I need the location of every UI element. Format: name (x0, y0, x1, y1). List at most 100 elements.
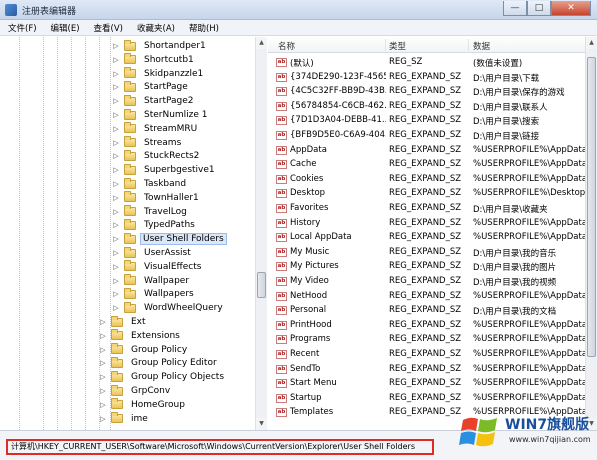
value-type: REG_EXPAND_SZ (389, 246, 462, 257)
expand-arrow-icon[interactable]: ▷ (112, 208, 120, 216)
tree-item[interactable]: ▷ SterNumlize 1 (112, 108, 212, 122)
value-row[interactable]: ab {4C5C32FF-BB9D-43B... REG_EXPAND_SZ D:\用… (268, 85, 588, 100)
tree-item[interactable]: ▷ Skidpanzzle1 (112, 67, 207, 81)
value-row[interactable]: ab NetHood REG_EXPAND_SZ %USERPROFILE%\AppD… (268, 290, 588, 305)
expand-arrow-icon[interactable]: ▷ (112, 97, 120, 105)
tree-item[interactable]: ▷ VisualEffects (112, 260, 205, 274)
expand-arrow-icon[interactable]: ▷ (112, 194, 120, 202)
value-row[interactable]: ab Favorites REG_EXPAND_SZ D:\用户目录\收藏夹 (268, 202, 588, 217)
expand-arrow-icon[interactable]: ▷ (112, 166, 120, 174)
value-row[interactable]: ab Personal REG_EXPAND_SZ D:\用户目录\我的文档 (268, 304, 588, 319)
expand-arrow-icon[interactable]: ▷ (112, 125, 120, 133)
value-row[interactable]: ab {BFB9D5E0-C6A9-404... REG_EXPAND_SZ D:\用… (268, 129, 588, 144)
tree-item[interactable]: ▷ User Shell Folders (112, 232, 227, 246)
expand-arrow-icon[interactable]: ▷ (112, 70, 120, 78)
expand-arrow-icon[interactable]: ▷ (112, 83, 120, 91)
scroll-thumb[interactable] (257, 272, 266, 298)
tree-scrollbar[interactable]: ▲ ▼ (255, 37, 267, 430)
value-row[interactable]: ab Programs REG_EXPAND_SZ %USERPROFILE%\App… (268, 333, 588, 348)
scroll-down-icon[interactable]: ▼ (256, 418, 267, 430)
value-row[interactable]: ab Desktop REG_EXPAND_SZ %USERPROFILE%\Desk… (268, 187, 588, 202)
value-row[interactable]: ab My Pictures REG_EXPAND_SZ D:\用户目录\我的图片 (268, 260, 588, 275)
value-row[interactable]: ab {7D1D3A04-DEBB-41... REG_EXPAND_SZ D:\用户… (268, 114, 588, 129)
value-row[interactable]: ab {56784854-C6CB-462... REG_EXPAND_SZ D:\用… (268, 100, 588, 115)
tree-item[interactable]: ▷ Wallpapers (112, 287, 198, 301)
minimize-button[interactable]: — (503, 1, 527, 16)
tree-item[interactable]: ▷ Streams (112, 136, 185, 150)
column-divider[interactable] (468, 39, 469, 51)
expand-arrow-icon[interactable]: ▷ (112, 304, 120, 312)
tree-item[interactable]: ▷ StartPage (112, 80, 192, 94)
tree-item[interactable]: ▷ Taskband (112, 177, 190, 191)
expand-arrow-icon[interactable]: ▷ (99, 415, 107, 423)
expand-arrow-icon[interactable]: ▷ (99, 387, 107, 395)
tree-item[interactable]: ▷ TravelLog (112, 205, 191, 219)
close-button[interactable]: ✕ (551, 1, 591, 16)
value-row[interactable]: ab{374DE290-123F-4565...REG_EXPAND_SZ D:\… (268, 71, 588, 86)
expand-arrow-icon[interactable]: ▷ (112, 290, 120, 298)
tree-item[interactable]: ▷ Group Policy Editor (99, 356, 221, 370)
tree-item[interactable]: ▷ Wallpaper (112, 274, 193, 288)
tree-item[interactable]: ▷ WordWheelQuery (112, 301, 227, 315)
expand-arrow-icon[interactable]: ▷ (112, 152, 120, 160)
value-row[interactable]: ab AppData REG_EXPAND_SZ %USERPROFILE%\AppD… (268, 144, 588, 159)
expand-arrow-icon[interactable]: ▷ (112, 277, 120, 285)
expand-arrow-icon[interactable]: ▷ (112, 235, 120, 243)
tree-item[interactable]: ▷ Shortandper1 (112, 39, 210, 53)
tree-item[interactable]: ▷ HomeGroup (99, 398, 189, 412)
column-divider[interactable] (385, 39, 386, 51)
tree-item[interactable]: ▷ TownHaller1 (112, 191, 203, 205)
value-row[interactable]: ab My Music REG_EXPAND_SZ D:\用户目录\我的音乐 (268, 246, 588, 261)
maximize-button[interactable]: □ (527, 1, 551, 16)
scroll-up-icon[interactable]: ▲ (256, 37, 267, 49)
expand-arrow-icon[interactable]: ▷ (112, 139, 120, 147)
menu-favorites[interactable]: 收藏夹(A) (137, 22, 175, 34)
value-row[interactable]: ab (默认) REG_SZ (数值未设置) (268, 56, 588, 71)
expand-arrow-icon[interactable]: ▷ (112, 249, 120, 257)
tree-item[interactable]: ▷ Ext (99, 315, 150, 329)
expand-arrow-icon[interactable]: ▷ (112, 263, 120, 271)
expand-arrow-icon[interactable]: ▷ (112, 111, 120, 119)
expand-arrow-icon[interactable]: ▷ (99, 332, 107, 340)
tree-item[interactable]: ▷ Group Policy (99, 343, 191, 357)
tree-item[interactable]: ▷ ime (99, 412, 152, 426)
tree-item[interactable]: ▷ Extensions (99, 329, 184, 343)
menu-help[interactable]: 帮助(H) (189, 22, 219, 34)
column-name-header[interactable]: 名称 (278, 40, 295, 52)
value-row[interactable]: ab Recent REG_EXPAND_SZ %USERPROFILE%\AppDa… (268, 348, 588, 363)
tree-item[interactable]: ▷ GrpConv (99, 384, 174, 398)
expand-arrow-icon[interactable]: ▷ (99, 373, 107, 381)
expand-arrow-icon[interactable]: ▷ (99, 401, 107, 409)
tree-item[interactable]: ▷ Superbgestive1 (112, 163, 219, 177)
tree-item[interactable]: ▷ UserAssist (112, 246, 195, 260)
value-row[interactable]: ab Cookies REG_EXPAND_SZ %USERPROFILE%\AppD… (268, 173, 588, 188)
expand-arrow-icon[interactable]: ▷ (99, 359, 107, 367)
value-row[interactable]: ab SendTo REG_EXPAND_SZ %USERPROFILE%\AppDa… (268, 363, 588, 378)
expand-arrow-icon[interactable]: ▷ (99, 318, 107, 326)
value-row[interactable]: ab Cache REG_EXPAND_SZ %USERPROFILE%\AppDat… (268, 158, 588, 173)
value-row[interactable]: ab PrintHood REG_EXPAND_SZ %USERPROFILE%\Ap… (268, 319, 588, 334)
tree-item[interactable]: ▷ StartPage2 (112, 94, 198, 108)
tree-item[interactable]: ▷ StuckRects2 (112, 149, 203, 163)
tree-item[interactable]: ▷ StreamMRU (112, 122, 201, 136)
tree-item[interactable]: ▷ Group Policy Objects (99, 370, 228, 384)
value-row[interactable]: ab My Video REG_EXPAND_SZ D:\用户目录\我的视频 (268, 275, 588, 290)
tree-item[interactable]: ▷ Shortcutb1 (112, 53, 198, 67)
list-scrollbar[interactable]: ▲ ▼ (585, 37, 597, 430)
expand-arrow-icon[interactable]: ▷ (112, 221, 120, 229)
tree-item[interactable]: ▷ TypedPaths (112, 218, 199, 232)
menu-edit[interactable]: 编辑(E) (51, 22, 80, 34)
column-type-header[interactable]: 类型 (389, 40, 406, 52)
scroll-thumb[interactable] (587, 57, 596, 357)
expand-arrow-icon[interactable]: ▷ (112, 180, 120, 188)
expand-arrow-icon[interactable]: ▷ (99, 346, 107, 354)
expand-arrow-icon[interactable]: ▷ (112, 56, 120, 64)
menu-view[interactable]: 查看(V) (94, 22, 123, 34)
column-data-header[interactable]: 数据 (473, 40, 490, 52)
value-row[interactable]: ab Local AppData REG_EXPAND_SZ %USERPROFILE… (268, 231, 588, 246)
expand-arrow-icon[interactable]: ▷ (112, 42, 120, 50)
value-row[interactable]: ab Start Menu REG_EXPAND_SZ %USERPROFILE%\A… (268, 377, 588, 392)
scroll-up-icon[interactable]: ▲ (586, 37, 597, 49)
menu-file[interactable]: 文件(F) (8, 22, 37, 34)
value-row[interactable]: ab History REG_EXPAND_SZ %USERPROFILE%\AppD… (268, 217, 588, 232)
